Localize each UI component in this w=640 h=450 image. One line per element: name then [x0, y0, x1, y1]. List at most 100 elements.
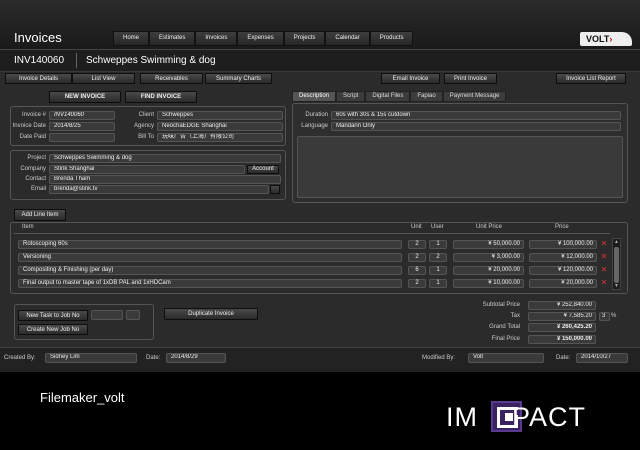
- company-label: Company: [20, 166, 46, 172]
- line-item-description[interactable]: Final output to master tape of 1xDB PAL …: [18, 279, 402, 288]
- created-date-field: 2014/8/29: [166, 353, 226, 363]
- receivables-button[interactable]: Receivables: [140, 73, 203, 84]
- job-suffix-field[interactable]: [126, 310, 140, 320]
- line-item-unit-price[interactable]: ¥ 50,000.00: [453, 240, 524, 249]
- line-item-price: ¥ 120,000.00: [529, 266, 597, 275]
- account-button[interactable]: Account: [247, 165, 279, 174]
- line-item-price: ¥ 100,000.00: [529, 240, 597, 249]
- nav-home[interactable]: Home: [113, 31, 150, 46]
- grand-total-label: Grand Total: [489, 324, 520, 330]
- delete-line-icon[interactable]: ✕: [600, 279, 608, 287]
- tab-payment-message[interactable]: Payment Message: [442, 91, 507, 102]
- agency-label: Agency: [133, 123, 154, 129]
- email-send-button[interactable]: [270, 185, 280, 194]
- scroll-down-icon[interactable]: ▼: [613, 283, 620, 289]
- volt-logo: VOLT›: [580, 32, 632, 46]
- new-task-to-job-button[interactable]: New Task to Job No: [18, 310, 88, 321]
- job-number-field[interactable]: [91, 310, 123, 320]
- delete-line-icon[interactable]: ✕: [600, 240, 608, 248]
- volt-logo-text: VOLT: [586, 34, 610, 44]
- create-new-job-button[interactable]: Create New Job No: [18, 324, 88, 335]
- invoice-details-button[interactable]: Invoice Details: [5, 73, 72, 84]
- line-item-user[interactable]: 1: [429, 279, 447, 288]
- email-label: Email: [30, 186, 46, 192]
- line-item-price: ¥ 20,000.00: [529, 279, 597, 288]
- column-user: User: [431, 224, 444, 230]
- tax-rate-field[interactable]: 3: [599, 312, 610, 321]
- nav-estimates[interactable]: Estimates: [149, 31, 196, 46]
- filemaker-window: Invoices Home Estimates Invoices Expense…: [0, 0, 640, 372]
- agency-field[interactable]: NeochaEDGE Shanghai: [157, 122, 283, 131]
- logo-accent-icon: ›: [609, 34, 613, 44]
- tab-description[interactable]: Description: [292, 91, 337, 102]
- tab-fapiao[interactable]: Fapiao: [410, 91, 443, 102]
- invoice-no-field[interactable]: INV140060: [49, 111, 115, 120]
- line-item-user[interactable]: 1: [429, 240, 447, 249]
- modified-date-label: Date:: [556, 355, 571, 361]
- date-paid-field[interactable]: [49, 133, 115, 142]
- subtotal-field: ¥ 252,840.00: [528, 301, 596, 310]
- bill-to-field[interactable]: 玩味广告（上海）有限公司: [157, 133, 283, 142]
- delete-line-icon[interactable]: ✕: [600, 266, 608, 274]
- find-invoice-button[interactable]: FIND INVOICE: [125, 91, 197, 103]
- created-by-label: Created By:: [4, 355, 36, 361]
- new-invoice-button[interactable]: NEW INVOICE: [49, 91, 121, 103]
- header-divider-line: [14, 233, 610, 234]
- line-item-unit[interactable]: 2: [408, 240, 426, 249]
- invoice-date-label: Invoice Date: [12, 123, 46, 129]
- invoice-no-label: Invoice #: [21, 112, 46, 118]
- scroll-thumb[interactable]: [614, 247, 619, 283]
- final-price-field[interactable]: ¥ 150,000.00: [528, 335, 596, 344]
- contact-field[interactable]: Brenda Tham: [49, 175, 281, 184]
- tab-digital-files[interactable]: Digital Files: [365, 91, 411, 102]
- nav-expenses[interactable]: Expenses: [237, 31, 284, 46]
- nav-invoices[interactable]: Invoices: [195, 31, 238, 46]
- nav-products[interactable]: Products: [369, 31, 414, 46]
- company-field[interactable]: Stink Shanghai: [49, 165, 245, 174]
- email-invoice-button[interactable]: Email Invoice: [381, 73, 440, 84]
- language-field[interactable]: Mandarin Only: [331, 122, 621, 131]
- line-item-user[interactable]: 2: [429, 253, 447, 262]
- line-item-unit[interactable]: 6: [408, 266, 426, 275]
- invoice-list-report-button[interactable]: Invoice List Report: [556, 73, 626, 84]
- delete-line-icon[interactable]: ✕: [600, 253, 608, 261]
- line-item-unit[interactable]: 2: [408, 253, 426, 262]
- line-item-unit-price[interactable]: ¥ 3,000.00: [453, 253, 524, 262]
- print-invoice-button[interactable]: Print Invoice: [444, 73, 497, 84]
- client-field[interactable]: Schweppes: [157, 111, 283, 120]
- invoice-date-field[interactable]: 2014/8/25: [49, 122, 115, 131]
- line-item-unit-price[interactable]: ¥ 10,000.00: [453, 279, 524, 288]
- line-item-user[interactable]: 1: [429, 266, 447, 275]
- modified-by-field: Volt: [468, 353, 544, 363]
- add-line-item-button[interactable]: Add Line Item: [14, 209, 66, 221]
- line-item-description[interactable]: Versioning: [18, 253, 402, 262]
- line-item-unit-price[interactable]: ¥ 20,000.00: [453, 266, 524, 275]
- project-field[interactable]: Schweppes Swimming & dog: [49, 154, 281, 163]
- line-item-description[interactable]: Rotoscoping 60s: [18, 240, 402, 249]
- duration-field[interactable]: 60s with 30s & 15s cutdown: [331, 111, 621, 120]
- tax-label: Tax: [510, 313, 520, 319]
- impact-brand-right: PACT: [512, 402, 587, 432]
- line-item-description[interactable]: Compositing & Finishing (per day): [18, 266, 402, 275]
- line-item-price: ¥ 12,000.00: [529, 253, 597, 262]
- modified-date-field: 2014/10/27: [576, 353, 628, 363]
- grand-total-field: ¥ 260,425.20: [528, 323, 596, 332]
- line-item-unit[interactable]: 2: [408, 279, 426, 288]
- duplicate-invoice-button[interactable]: Duplicate Invoice: [164, 308, 258, 320]
- header-divider: [76, 53, 77, 68]
- summary-charts-button[interactable]: Summary Charts: [205, 73, 272, 84]
- description-notes-area[interactable]: [297, 136, 623, 198]
- scroll-up-icon[interactable]: ▲: [613, 239, 620, 245]
- impact-brand-left: IM: [446, 402, 478, 432]
- email-field[interactable]: brenda@stink.tv: [49, 185, 269, 194]
- tax-field: ¥ 7,585.20: [528, 312, 596, 321]
- created-date-label: Date:: [146, 355, 161, 361]
- column-price: Price: [555, 224, 569, 230]
- tab-script[interactable]: Script: [336, 91, 366, 102]
- line-items-scrollbar[interactable]: ▲ ▼: [612, 238, 621, 290]
- list-view-button[interactable]: List View: [72, 73, 135, 84]
- contact-label: Contact: [25, 176, 46, 182]
- nav-projects[interactable]: Projects: [283, 31, 326, 46]
- nav-calendar[interactable]: Calendar: [325, 31, 370, 46]
- detail-tabs: Description Script Digital Files Fapiao …: [292, 91, 507, 102]
